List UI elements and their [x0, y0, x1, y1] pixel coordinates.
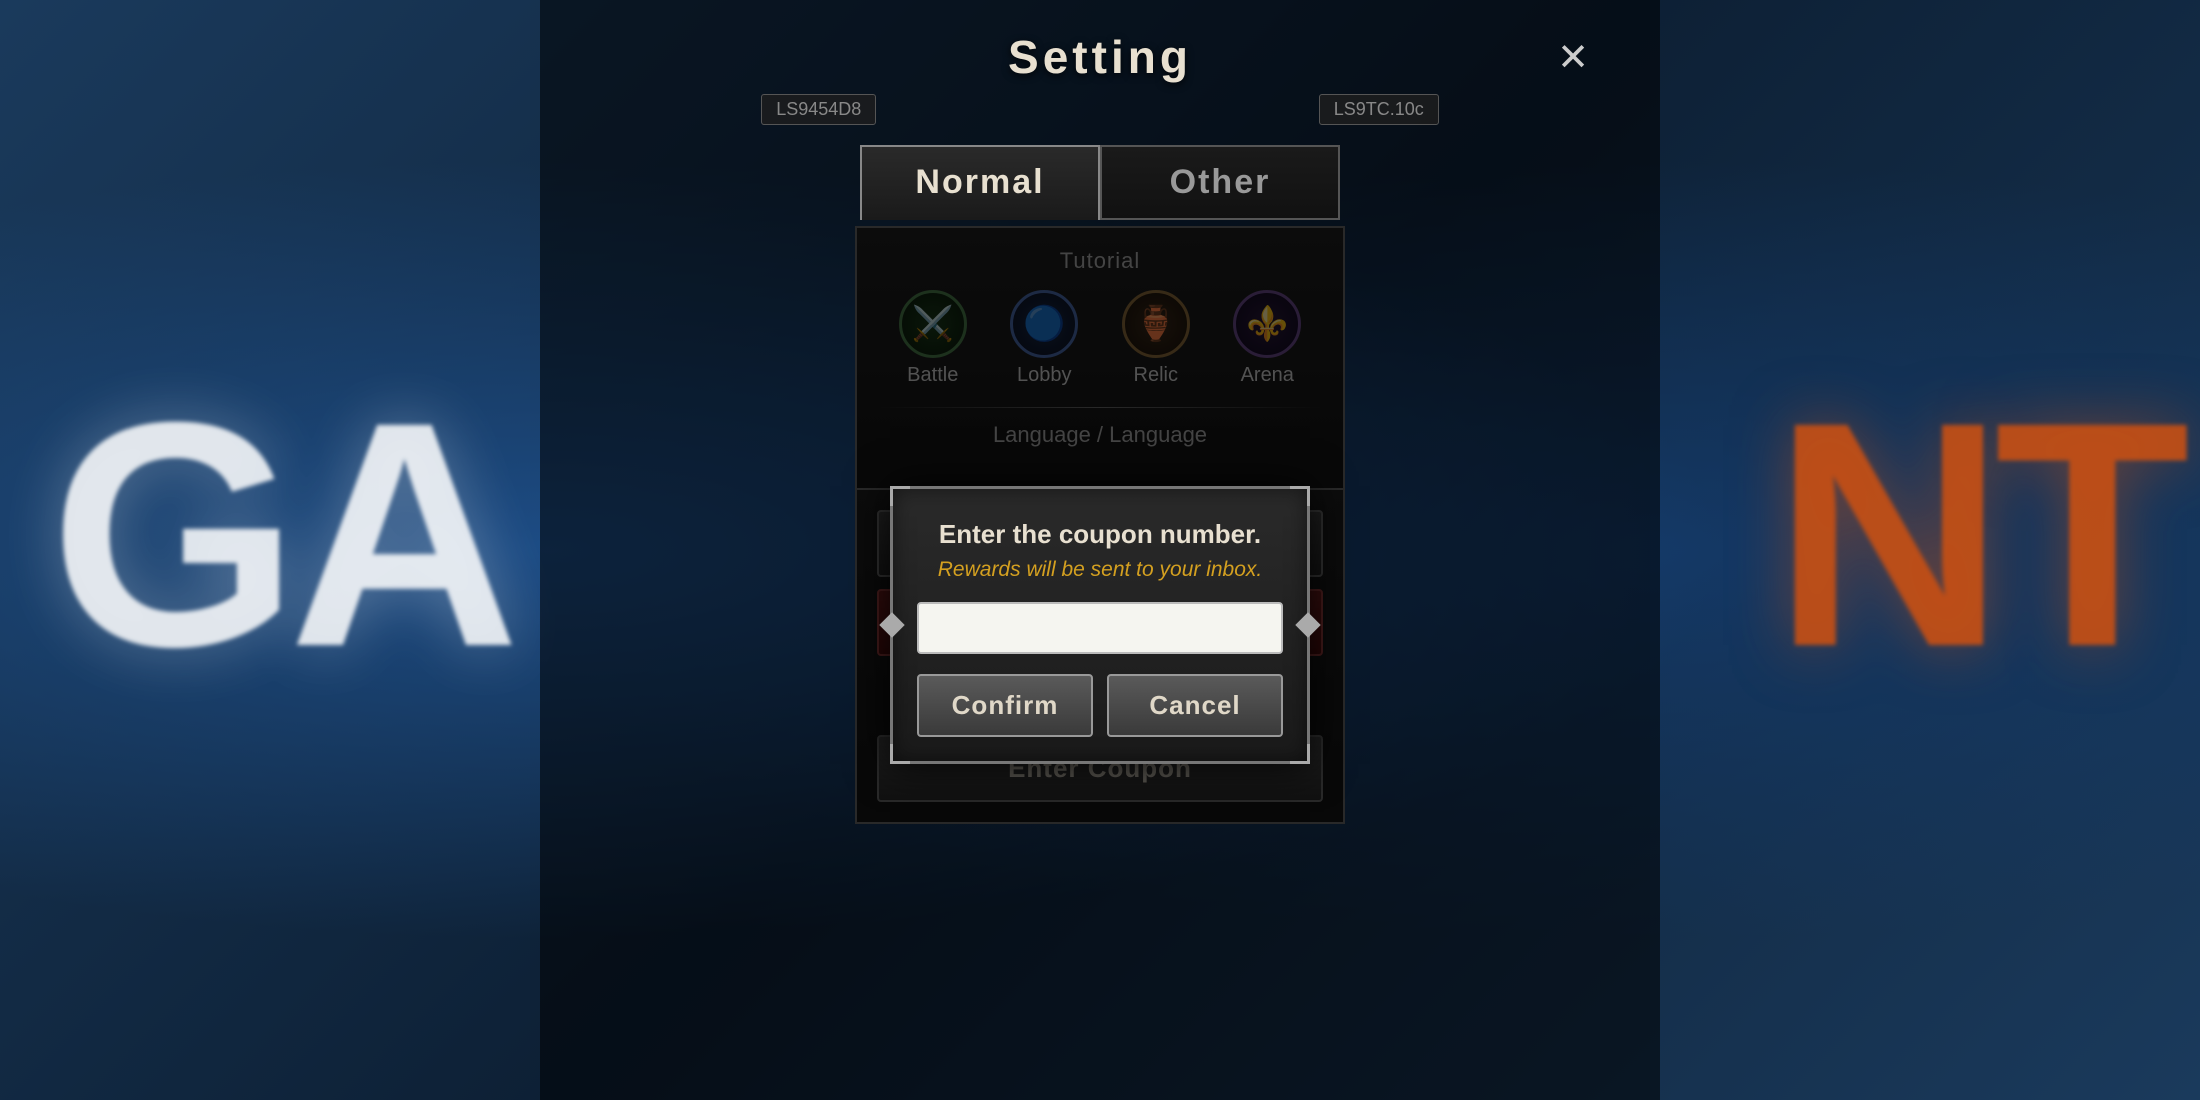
tab-bar: Normal Other [860, 145, 1340, 220]
confirm-button[interactable]: Confirm [917, 674, 1093, 737]
id-strip: LS9454D8 LS9TC.10c [540, 94, 1660, 125]
close-button[interactable]: ✕ [1546, 30, 1600, 84]
setting-panel: Setting ✕ LS9454D8 LS9TC.10c Normal Othe… [540, 0, 1660, 1100]
id-chip-left: LS9454D8 [761, 94, 876, 125]
tab-other[interactable]: Other [1100, 145, 1340, 220]
cancel-button[interactable]: Cancel [1107, 674, 1283, 737]
content-wrapper: Tutorial ⚔️ Battle 🔵 Lobby 🏺 Relic ⚜️ Ar… [855, 226, 1345, 824]
modal-corner-bl [890, 744, 910, 764]
bg-text-right: NT [1773, 350, 2180, 718]
modal-corner-tl [890, 486, 910, 506]
modal-diamond-right [1295, 612, 1320, 637]
modal-buttons: Confirm Cancel [917, 674, 1283, 737]
modal-corner-tr [1290, 486, 1310, 506]
modal-diamond-left [879, 612, 904, 637]
modal-title: Enter the coupon number. [917, 519, 1283, 550]
coupon-input[interactable] [917, 602, 1283, 654]
tab-normal[interactable]: Normal [860, 145, 1100, 220]
modal-subtitle: Rewards will be sent to your inbox. [917, 558, 1283, 582]
title-bar: Setting ✕ [540, 30, 1660, 84]
panel-title: Setting [1008, 30, 1192, 84]
modal-corner-br [1290, 744, 1310, 764]
bg-text-left: GA [50, 350, 510, 718]
modal-backdrop: Enter the coupon number. Rewards will be… [855, 226, 1345, 824]
id-chip-right: LS9TC.10c [1319, 94, 1439, 125]
modal-box: Enter the coupon number. Rewards will be… [890, 486, 1310, 764]
